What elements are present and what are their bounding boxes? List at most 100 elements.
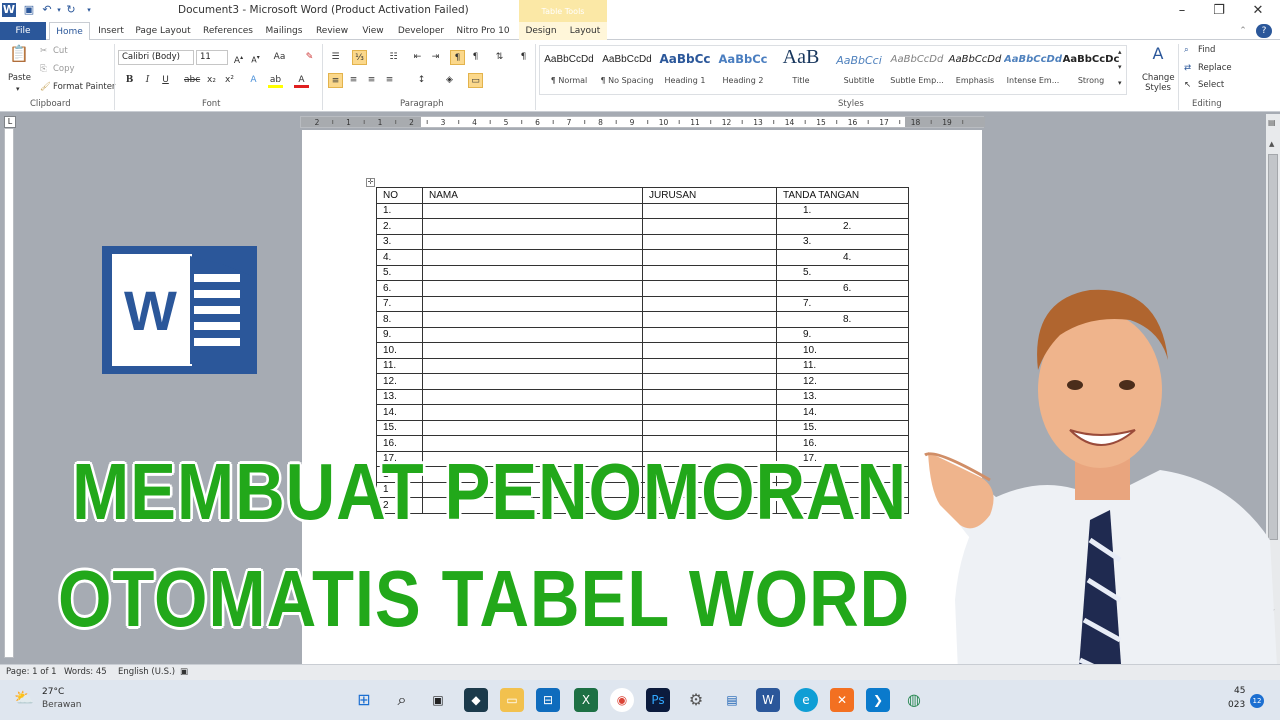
notification-badge[interactable]: 12 <box>1250 694 1264 708</box>
cell-tanda-tangan[interactable]: 1. <box>776 202 909 219</box>
multilevel-list-icon[interactable]: ☷ <box>386 50 401 65</box>
style-intense-emphasis[interactable]: AaBbCcDd Intense Em... <box>1004 46 1062 94</box>
cell-no[interactable]: 2. <box>376 218 423 235</box>
scroll-up-icon[interactable]: ▲ <box>1269 140 1274 148</box>
cell-no[interactable]: 5. <box>376 264 423 281</box>
settings-icon[interactable]: ⚙ <box>684 688 708 712</box>
cell-no[interactable]: 13. <box>376 388 423 405</box>
font-color-icon[interactable]: A <box>294 73 309 88</box>
cell-no[interactable]: 12. <box>376 373 423 390</box>
cell-jurusan[interactable] <box>642 373 777 390</box>
table-row[interactable]: 2. 2. <box>376 218 909 235</box>
cell-jurusan[interactable] <box>642 264 777 281</box>
shrink-font-icon[interactable]: A▾ <box>248 50 263 65</box>
cell-nama[interactable] <box>422 404 643 421</box>
vscode-icon[interactable]: ❯ <box>866 688 890 712</box>
table-row[interactable]: 3. 3. <box>376 233 909 250</box>
table-row[interactable]: 5. 5. <box>376 264 909 281</box>
select-icon[interactable]: ↖ <box>1184 80 1191 90</box>
text-effects-icon[interactable]: A <box>246 73 261 88</box>
cell-nama[interactable] <box>422 280 643 297</box>
cell-tanda-tangan[interactable]: 15. <box>776 419 909 436</box>
superscript-icon[interactable]: x² <box>222 73 237 88</box>
font-name-combo[interactable]: Calibri (Body) <box>118 50 194 65</box>
table-row[interactable]: 4. 4. <box>376 249 909 266</box>
find-icon[interactable]: ⌕ <box>1184 45 1189 55</box>
cell-jurusan[interactable] <box>642 388 777 405</box>
style-normal[interactable]: AaBbCcDd ¶ Normal <box>540 46 598 94</box>
bold-icon[interactable]: B <box>122 73 137 88</box>
save-icon[interactable]: ▣ <box>22 3 36 17</box>
tab-review[interactable]: Review <box>312 22 352 40</box>
bullets-icon[interactable]: ☰ <box>328 50 343 65</box>
cell-nama[interactable] <box>422 218 643 235</box>
table-row[interactable]: 12. 12. <box>376 373 909 390</box>
clock-date[interactable]: 023 <box>1228 700 1245 710</box>
minimize-ribbon-icon[interactable]: ⌃ <box>1236 22 1250 40</box>
style-strong[interactable]: AaBbCcDc Strong <box>1062 46 1120 94</box>
cell-tanda-tangan[interactable]: 9. <box>776 326 909 343</box>
cell-nama[interactable] <box>422 264 643 281</box>
page-count[interactable]: Page: 1 of 1 <box>6 667 57 677</box>
tab-nitro[interactable]: Nitro Pro 10 <box>454 22 512 40</box>
vertical-ruler[interactable] <box>4 128 14 658</box>
start-icon[interactable]: ⊞ <box>352 688 376 712</box>
change-styles-button[interactable]: Change Styles <box>1142 73 1175 93</box>
horizontal-ruler[interactable]: 2 1 1 2 3 4 5 6 7 8 9 10 11 12 13 14 15 16 17 18 19 <box>300 116 985 128</box>
table-row[interactable]: 1. 1. <box>376 202 909 219</box>
file-explorer-icon[interactable]: ▭ <box>500 688 524 712</box>
table-row[interactable]: 10. 10. <box>376 342 909 359</box>
minimize-button[interactable]: – <box>1172 2 1192 20</box>
paste-dropdown-icon[interactable]: ▾ <box>16 85 20 93</box>
select-button[interactable]: Select <box>1198 80 1224 90</box>
cell-tanda-tangan[interactable]: 7. <box>776 295 909 312</box>
paste-button[interactable]: Paste <box>8 73 31 83</box>
replace-icon[interactable]: ⇄ <box>1184 63 1191 73</box>
network-tool-icon[interactable]: ◍ <box>902 688 926 712</box>
style-heading-2[interactable]: AaBbCc Heading 2 <box>714 46 772 94</box>
cell-jurusan[interactable] <box>642 419 777 436</box>
rtl-icon[interactable]: ¶ <box>468 50 483 65</box>
excel-icon[interactable]: X <box>574 688 598 712</box>
table-row[interactable]: 14. 14. <box>376 404 909 421</box>
styles-scroll-up-icon[interactable]: ▴ <box>1118 48 1122 56</box>
help-icon[interactable]: ? <box>1256 24 1272 38</box>
numbering-icon[interactable]: ⅓ <box>352 50 367 65</box>
cell-tanda-tangan[interactable]: 5. <box>776 264 909 281</box>
cell-tanda-tangan[interactable]: 11. <box>776 357 909 374</box>
cell-tanda-tangan[interactable]: 3. <box>776 233 909 250</box>
cell-no[interactable]: 14. <box>376 404 423 421</box>
redo-icon[interactable]: ↻ <box>64 3 78 17</box>
cell-no[interactable]: 3. <box>376 233 423 250</box>
cell-jurusan[interactable] <box>642 233 777 250</box>
cell-no[interactable]: 8. <box>376 311 423 328</box>
table-row[interactable]: 11. 11. <box>376 357 909 374</box>
tab-mailings[interactable]: Mailings <box>262 22 306 40</box>
tab-file[interactable]: File <box>0 22 46 40</box>
close-button[interactable]: ✕ <box>1248 2 1268 20</box>
cell-nama[interactable] <box>422 295 643 312</box>
decrease-indent-icon[interactable]: ⇤ <box>410 50 425 65</box>
cell-nama[interactable] <box>422 326 643 343</box>
table-row[interactable]: 7. 7. <box>376 295 909 312</box>
tab-references[interactable]: References <box>200 22 256 40</box>
word-count[interactable]: Words: 45 <box>64 667 107 677</box>
cut-button[interactable]: Cut <box>53 46 68 56</box>
previous-page-icon[interactable]: ⇞ <box>1268 624 1275 633</box>
clock-time[interactable]: 45 <box>1234 686 1245 696</box>
align-right-icon[interactable]: ≡ <box>364 73 379 88</box>
copy-button[interactable]: Copy <box>53 64 75 74</box>
cell-tanda-tangan[interactable]: 6. <box>776 280 909 297</box>
tab-layout[interactable]: Layout <box>566 22 604 40</box>
style-subtitle[interactable]: AaBbCci Subtitle <box>830 46 888 94</box>
cell-nama[interactable] <box>422 233 643 250</box>
cell-tanda-tangan[interactable]: 8. <box>776 311 909 328</box>
line-spacing-icon[interactable]: ↕ <box>414 73 429 88</box>
copy-icon[interactable]: ⎘ <box>40 64 47 74</box>
style-emphasis[interactable]: AaBbCcDd Emphasis <box>946 46 1004 94</box>
cell-jurusan[interactable] <box>642 342 777 359</box>
tab-developer[interactable]: Developer <box>394 22 448 40</box>
style-title[interactable]: AaB Title <box>772 46 830 94</box>
cell-no[interactable]: 10. <box>376 342 423 359</box>
restore-button[interactable]: ❐ <box>1209 2 1229 20</box>
